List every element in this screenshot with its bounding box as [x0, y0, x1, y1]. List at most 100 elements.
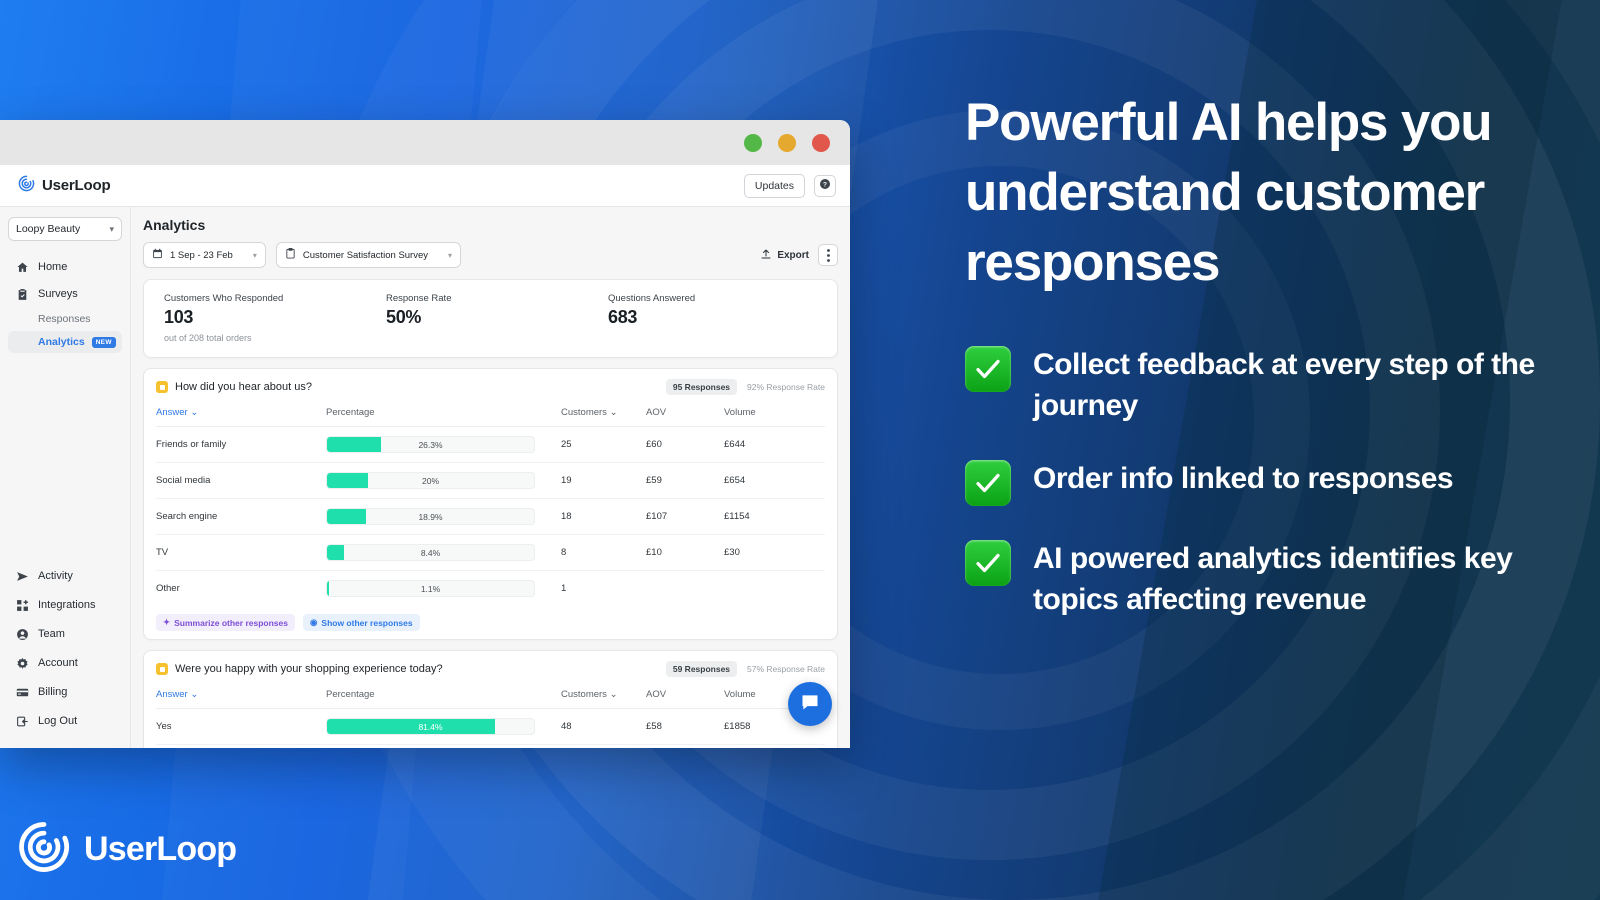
cell-aov: £107	[646, 498, 724, 535]
chat-support-button[interactable]	[788, 682, 832, 726]
cell-answer: No	[156, 744, 326, 748]
date-range-filter[interactable]: 1 Sep - 23 Feb ▾	[143, 242, 266, 268]
question-stats: 59 Responses 57% Response Rate	[665, 661, 825, 677]
kpi-label: Questions Answered	[608, 293, 696, 304]
cell-customers: 48	[561, 708, 646, 745]
responses-badge: 95 Responses	[665, 379, 738, 395]
cell-customers: 19	[561, 462, 646, 499]
cell-percentage: 18.9%	[326, 498, 561, 535]
sidebar-item-account[interactable]: Account	[8, 650, 122, 676]
sidebar-item-activity[interactable]: Activity	[8, 563, 122, 589]
table-row: No16.9%10£90£530	[156, 744, 825, 748]
kpi-questions-answered: Questions Answered 683	[608, 293, 695, 343]
cell-answer: Other	[156, 583, 180, 594]
kpi-label: Customers Who Responded	[164, 293, 284, 304]
more-options-button[interactable]	[818, 244, 838, 266]
updates-button[interactable]: Updates	[743, 173, 805, 198]
clipboard-check-icon	[15, 287, 29, 301]
column-header-answer[interactable]: Answer ⌄	[156, 403, 326, 427]
column-header-aov: AOV	[646, 685, 724, 709]
sidebar-item-billing-label: Billing	[38, 686, 68, 698]
sidebar-item-home[interactable]: Home	[8, 254, 122, 280]
table-row: Other 1.1% 1	[156, 571, 825, 607]
survey-filter[interactable]: Customer Satisfaction Survey ▾	[275, 242, 462, 268]
window-minimize-dot[interactable]	[744, 133, 762, 152]
store-selector[interactable]: Loopy Beauty ▾	[8, 217, 122, 241]
sidebar-nav-secondary: Activity Integrations Team Account Billi…	[8, 563, 122, 740]
kpi-customers-responded: Customers Who Responded 103 out of 208 t…	[164, 293, 386, 343]
chevron-down-icon: ⌄	[609, 407, 618, 418]
sidebar-item-logout[interactable]: Log Out	[8, 708, 122, 734]
sidebar-item-billing[interactable]: Billing	[8, 679, 122, 705]
chevron-down-icon: ⌄	[190, 689, 199, 700]
question-title: How did you hear about us?	[175, 381, 312, 393]
app-brand[interactable]: UserLoop	[18, 175, 111, 197]
column-label: Answer	[156, 407, 188, 418]
question-type-icon	[156, 381, 168, 393]
show-other-responses-button[interactable]: ◉ Show other responses	[302, 614, 420, 631]
cell-volume: £530	[724, 744, 825, 748]
chevron-down-icon: ▾	[252, 250, 257, 260]
cell-customers: 1	[561, 583, 567, 594]
sidebar-item-analytics[interactable]: Analytics NEW	[8, 331, 122, 353]
userloop-spiral-icon	[18, 821, 70, 878]
table-row: Search engine 18.9% 18 £107 £1154	[156, 498, 825, 535]
chevron-down-icon: ▾	[109, 223, 114, 234]
filter-bar-actions: Export	[760, 244, 838, 266]
cell-aov	[646, 571, 724, 607]
sidebar-item-responses[interactable]: Responses	[8, 308, 122, 330]
question-header: How did you hear about us? 95 Responses …	[156, 379, 825, 395]
kpi-summary-card: Customers Who Responded 103 out of 208 t…	[143, 279, 838, 358]
upload-icon	[760, 248, 772, 263]
cell-volume: £644	[724, 426, 825, 463]
cell-customers: 18	[561, 498, 646, 535]
sidebar-item-integrations-label: Integrations	[38, 599, 96, 611]
gear-icon	[15, 656, 29, 670]
percentage-bar-label: 18.9%	[418, 511, 443, 522]
sidebar-item-surveys[interactable]: Surveys	[8, 281, 122, 307]
help-button[interactable]: ?	[814, 174, 836, 197]
window-close-dot[interactable]	[812, 133, 830, 152]
user-circle-icon	[15, 627, 29, 641]
percentage-bar: 81.4%	[326, 718, 535, 735]
export-button[interactable]: Export	[760, 248, 809, 263]
window-titlebar	[0, 120, 850, 165]
kpi-value: 683	[608, 307, 638, 327]
filter-bar: 1 Sep - 23 Feb ▾ Customer Satisfaction S…	[143, 242, 838, 268]
survey-filter-value: Customer Satisfaction Survey	[302, 249, 429, 261]
chat-bubble-icon	[800, 692, 820, 717]
app-window: UserLoop Updates ? Loopy Beauty ▾ Home S…	[0, 120, 850, 748]
sidebar-item-integrations[interactable]: Integrations	[8, 592, 122, 618]
table-row: TV 8.4% 8 £10 £30	[156, 534, 825, 571]
sidebar-item-team[interactable]: Team	[8, 621, 122, 647]
home-icon	[15, 260, 29, 274]
promo-bullet-text: Collect feedback at every step of the jo…	[1033, 347, 1535, 422]
question-table: Answer ⌄ Percentage Customers ⌄ AOV Volu…	[156, 685, 825, 748]
cell-answer: TV	[156, 534, 326, 571]
column-header-answer[interactable]: Answer ⌄	[156, 685, 326, 709]
cell-customers: 25	[561, 426, 646, 463]
sidebar: Loopy Beauty ▾ Home Surveys Responses An…	[0, 207, 131, 748]
app-header-actions: Updates ?	[743, 173, 836, 198]
question-stats: 95 Responses 92% Response Rate	[665, 379, 825, 395]
summarize-other-responses-button[interactable]: ✦ Summarize other responses	[156, 614, 295, 631]
sidebar-item-home-label: Home	[38, 261, 68, 273]
page-title: Analytics	[143, 217, 206, 233]
percentage-bar: 26.3%	[326, 436, 535, 453]
show-other-label: Show other responses	[321, 617, 413, 628]
cell-volume: £654	[724, 462, 825, 499]
question-card: Were you happy with your shopping experi…	[143, 650, 838, 748]
column-label: Customers	[561, 407, 607, 418]
column-header-customers[interactable]: Customers ⌄	[561, 685, 646, 709]
cell-volume: £30	[724, 534, 825, 571]
sidebar-item-team-label: Team	[38, 628, 65, 640]
cell-percentage: 20%	[326, 462, 561, 499]
send-icon	[15, 569, 29, 583]
column-header-customers[interactable]: Customers ⌄	[561, 403, 646, 427]
window-maximize-dot[interactable]	[778, 133, 796, 152]
column-header-aov: AOV	[646, 403, 724, 427]
question-actions: ✦ Summarize other responses ◉ Show other…	[156, 606, 825, 631]
cell-percentage: 26.3%	[326, 426, 561, 463]
userloop-spiral-icon	[18, 175, 35, 197]
column-label: Answer	[156, 689, 188, 700]
